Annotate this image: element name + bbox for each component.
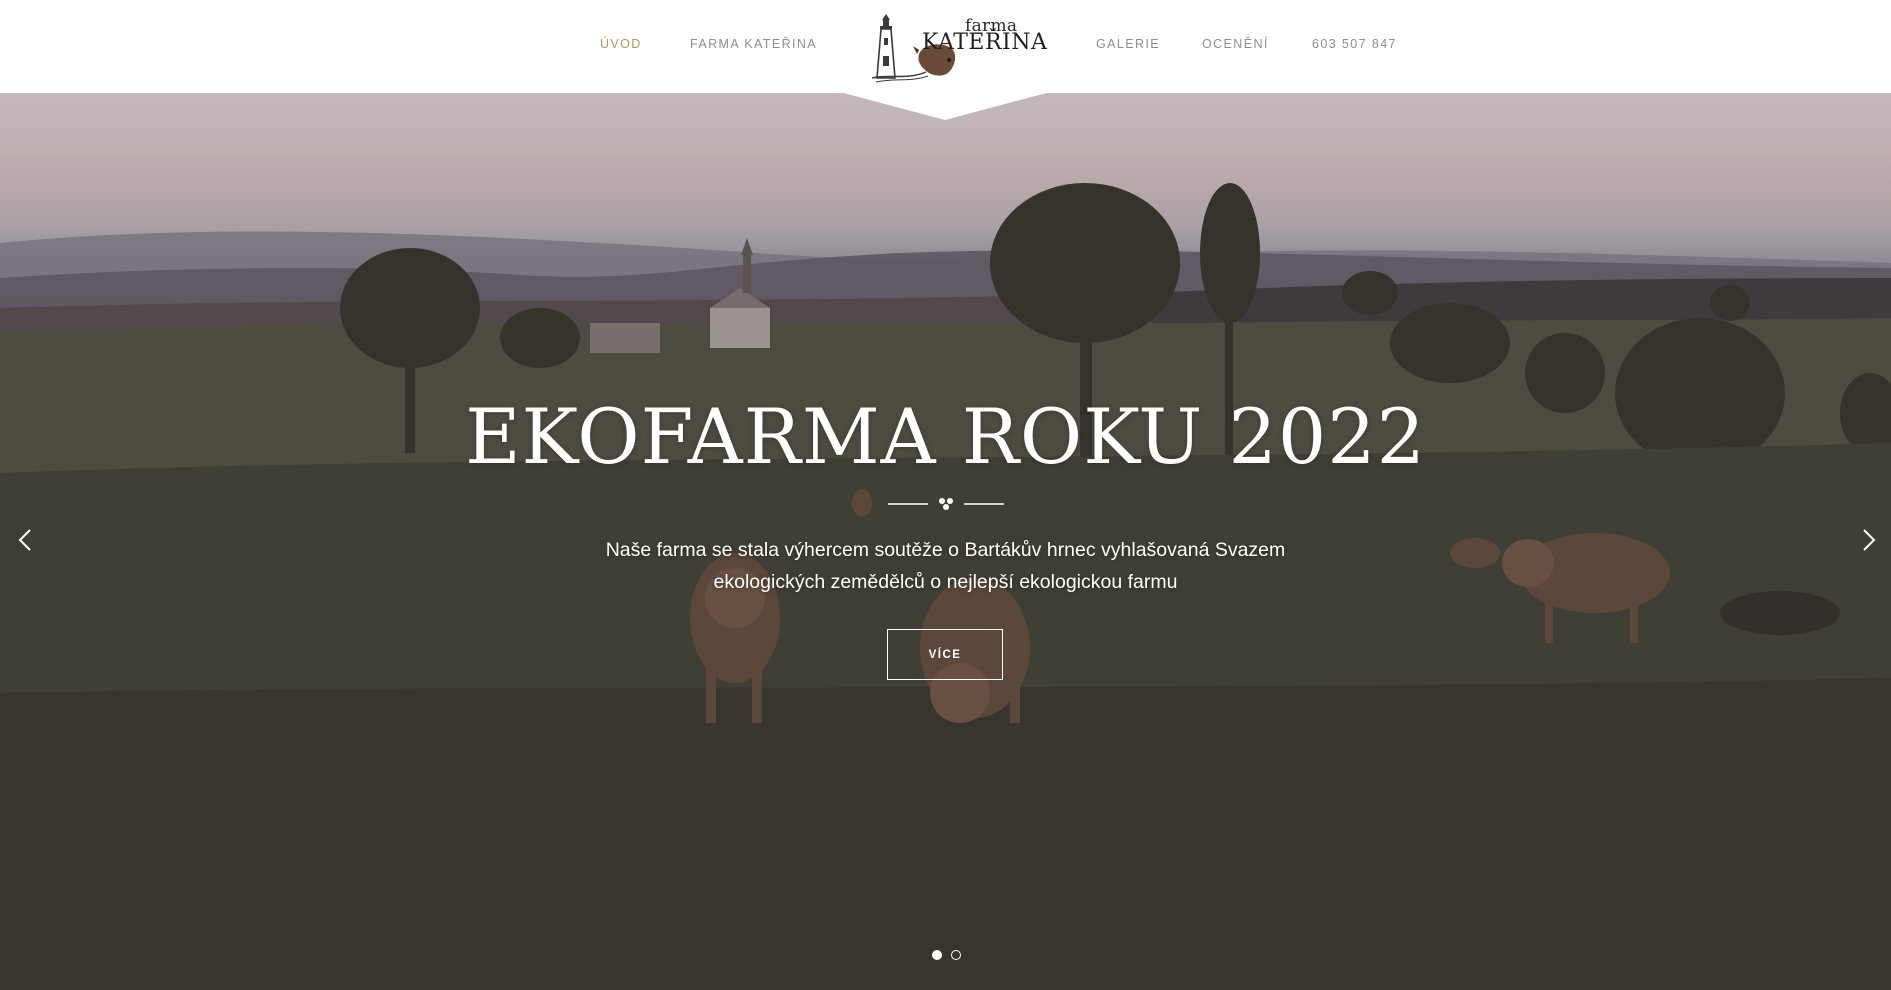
nav-item-farma-katerina[interactable]: FARMA KATEŘINA [690,37,817,51]
site-logo[interactable]: farma KATEŘINA [868,8,1047,84]
page: ÚVOD FARMA KATEŘINA GALERIE OCENĚNÍ 603 … [0,0,1891,990]
logo-text-katerina: KATEŘINA [922,30,1048,55]
slide-dot-2[interactable] [951,950,961,960]
hero-overlay [0,93,1891,990]
header-notch [840,92,1050,120]
hero-slider [0,93,1891,990]
nav-item-galerie[interactable]: GALERIE [1096,37,1160,51]
nav-item-phone[interactable]: 603 507 847 [1312,37,1397,51]
slide-dot-1[interactable] [932,950,942,960]
more-button[interactable]: VÍCE [887,629,1003,680]
nav-item-uvod[interactable]: ÚVOD [600,37,642,51]
nav-item-oceneni[interactable]: OCENĚNÍ [1202,37,1269,51]
site-header: ÚVOD FARMA KATEŘINA GALERIE OCENĚNÍ 603 … [0,0,1891,93]
slider-pagination [930,950,964,964]
prev-slide-arrow-icon[interactable] [12,525,38,555]
next-slide-arrow-icon[interactable] [1856,525,1882,555]
